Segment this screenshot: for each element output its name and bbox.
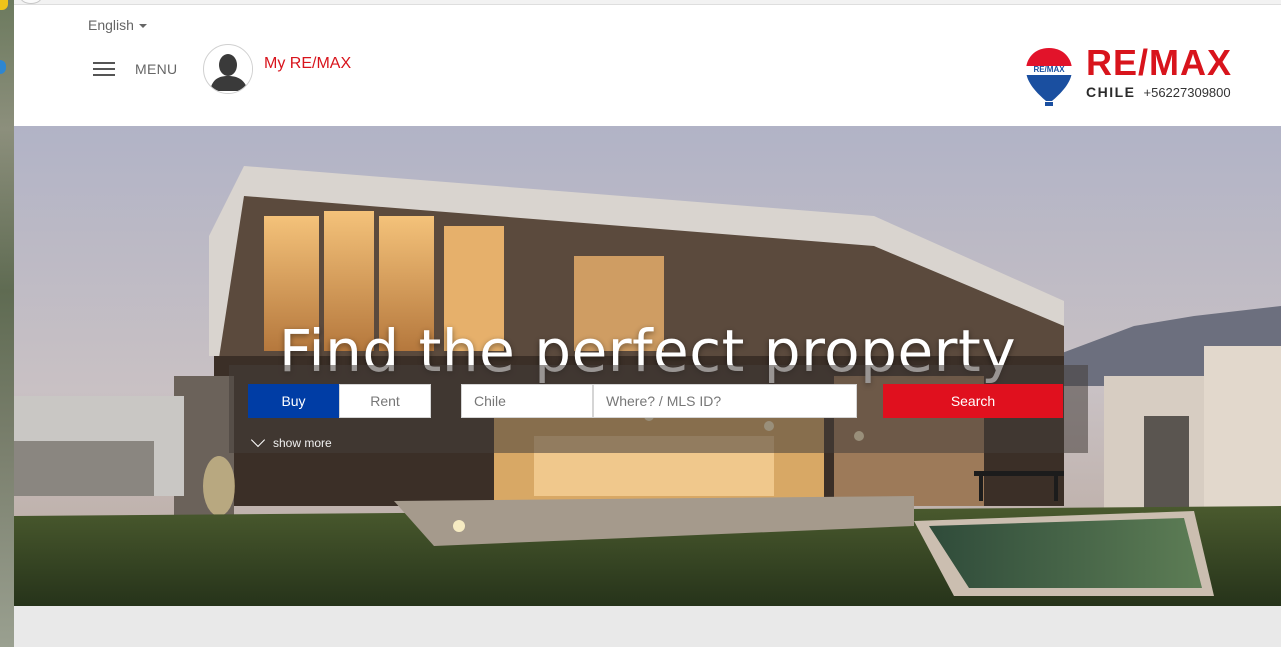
menu-label: MENU bbox=[135, 61, 178, 77]
show-more-label: show more bbox=[273, 436, 332, 450]
search-button[interactable]: Search bbox=[883, 384, 1063, 418]
balloon-logo-icon: RE/MAX bbox=[1026, 48, 1072, 106]
hamburger-icon bbox=[93, 61, 115, 77]
buy-toggle[interactable]: Buy bbox=[248, 384, 339, 418]
browser-tab-edge bbox=[20, 0, 42, 4]
location-search-input[interactable]: Where? / MLS ID? bbox=[593, 384, 857, 418]
property-search-panel: Buy Rent Chile Where? / MLS ID? Search s… bbox=[229, 365, 1088, 453]
logo-wordmark: RE/MAX bbox=[1086, 42, 1233, 83]
my-account-label: My RE/MAX bbox=[264, 55, 352, 72]
country-field[interactable]: Chile bbox=[461, 384, 593, 418]
desktop-background bbox=[0, 0, 14, 647]
browser-page: English MENU My RE/MAX RE/MAX RE/MAX CHI… bbox=[14, 0, 1281, 647]
rent-toggle[interactable]: Rent bbox=[339, 384, 431, 418]
balloon-text: RE/MAX bbox=[1033, 65, 1065, 74]
logo-country: CHILE bbox=[1086, 84, 1136, 100]
hero-banner: Find the perfect property Buy Rent Chile… bbox=[14, 126, 1281, 606]
browser-frame-edge bbox=[14, 0, 1281, 5]
avatar bbox=[203, 44, 253, 94]
my-account-link[interactable]: My RE/MAX bbox=[203, 44, 351, 94]
phone-number: +56227309800 bbox=[1143, 85, 1231, 100]
language-label: English bbox=[88, 17, 134, 33]
menu-button[interactable]: MENU bbox=[93, 61, 177, 77]
remax-logo[interactable]: RE/MAX RE/MAX CHILE +56227309800 bbox=[1024, 42, 1233, 108]
desktop-icon bbox=[0, 60, 6, 74]
user-silhouette-icon bbox=[205, 46, 252, 93]
content-section bbox=[14, 606, 1281, 647]
site-header: English MENU My RE/MAX RE/MAX RE/MAX CHI… bbox=[14, 6, 1281, 126]
show-more-toggle[interactable]: show more bbox=[250, 432, 332, 450]
caret-down-icon bbox=[138, 24, 147, 28]
desktop-icon bbox=[0, 0, 8, 10]
language-selector[interactable]: English bbox=[88, 17, 147, 33]
chevron-down-icon bbox=[250, 432, 266, 448]
